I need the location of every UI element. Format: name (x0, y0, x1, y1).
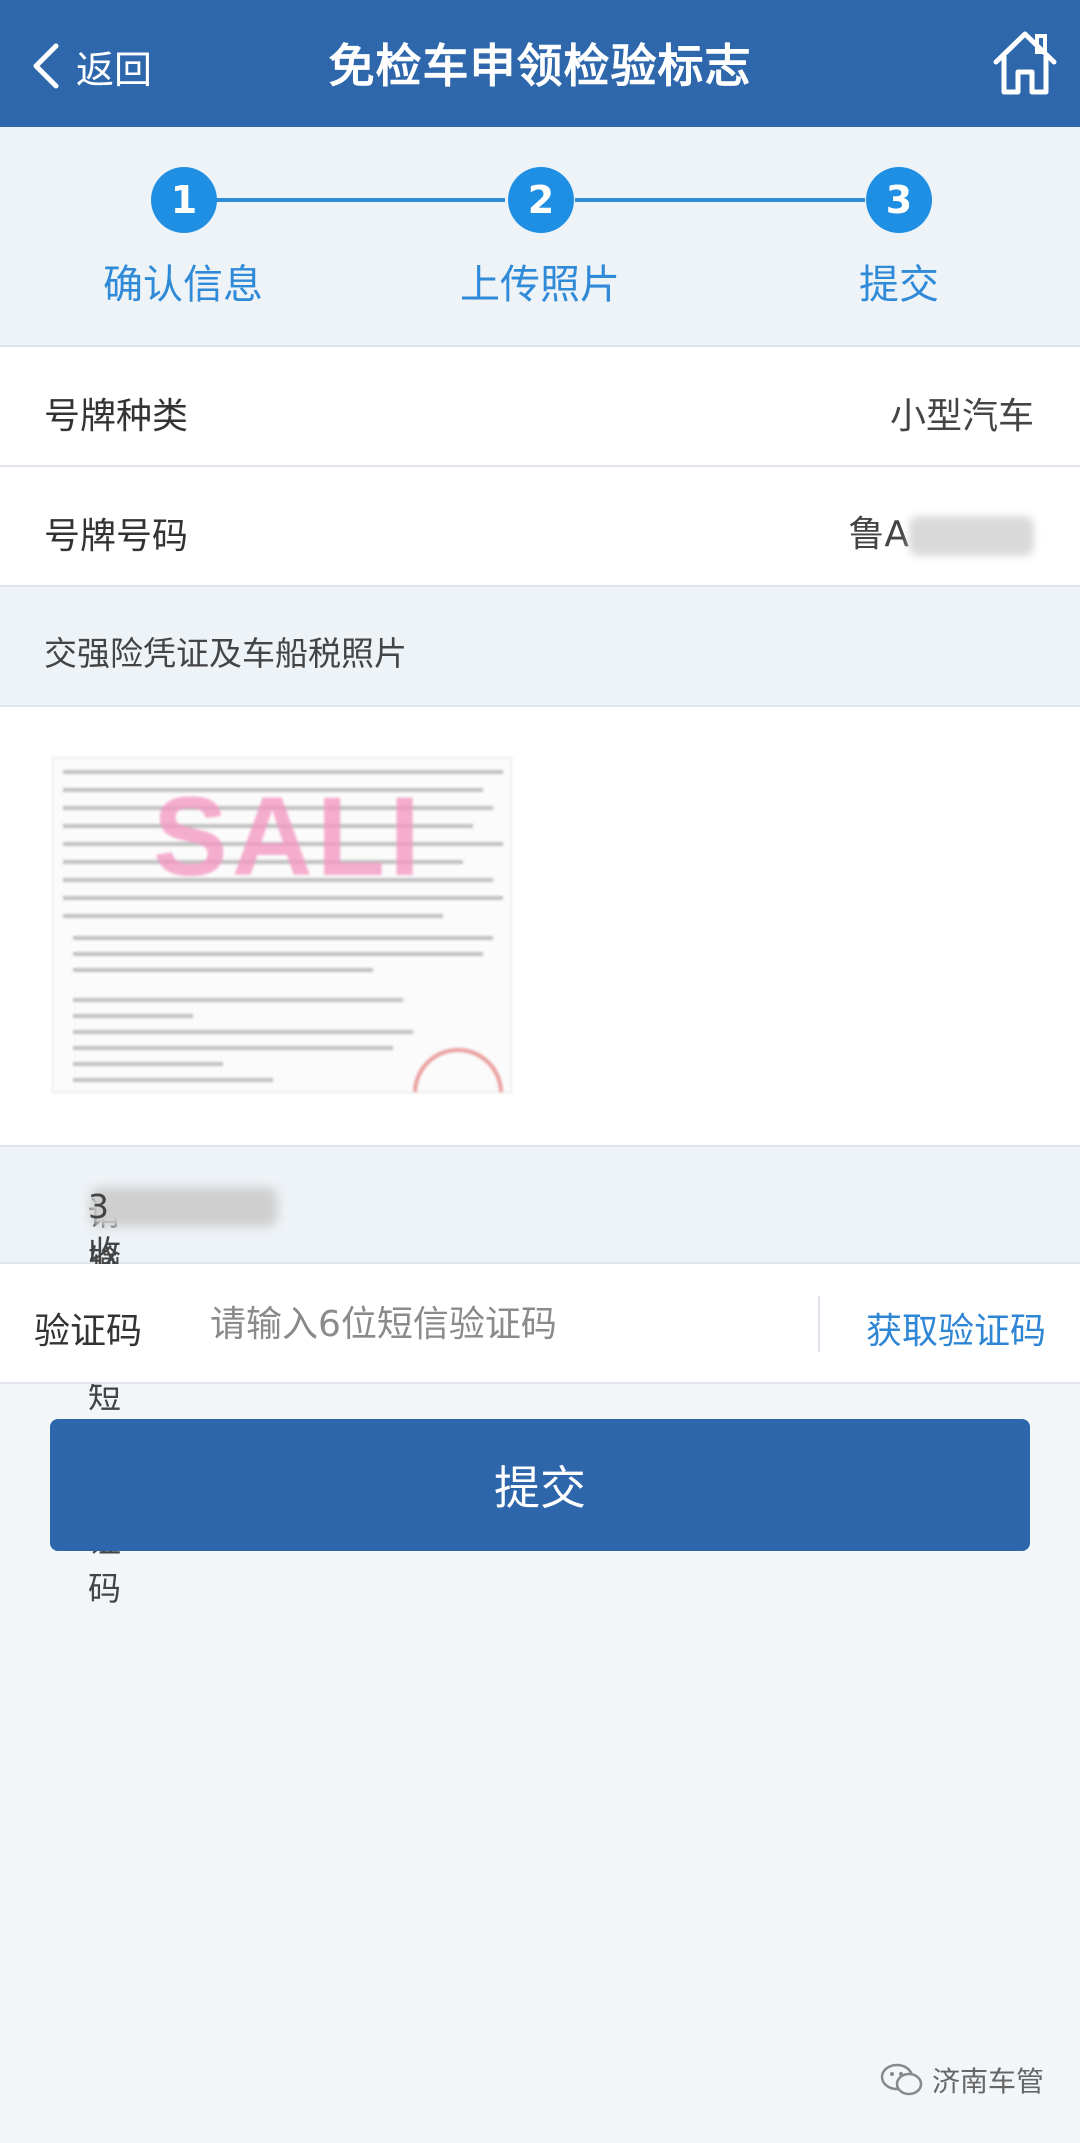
top-nav-bar: 返回 免检车申领检验标志 (0, 0, 1080, 127)
progress-steps: 1 确认信息 2 上传照片 3 提交 (0, 127, 1080, 347)
submit-button[interactable]: 提交 (50, 1419, 1030, 1551)
page-title: 免检车申领检验标志 (328, 39, 752, 93)
photo-area: SALI (0, 707, 1080, 1147)
verification-code-label: 验证码 (34, 1311, 143, 1352)
step-1-label: 确认信息 (103, 262, 263, 308)
document-watermark: SALI (153, 774, 425, 899)
redacted-plate (909, 516, 1034, 556)
divider (818, 1296, 820, 1352)
verification-code-input[interactable] (210, 1294, 790, 1354)
photo-section-title: 交强险凭证及车船税照片 (44, 634, 407, 673)
plate-number-value: 鲁A (848, 505, 1034, 557)
plate-type-row: 号牌种类 小型汽车 (0, 347, 1080, 467)
home-button[interactable] (990, 26, 1060, 98)
step-connector (575, 198, 865, 202)
insurance-document-image[interactable]: SALI (52, 757, 512, 1093)
plate-number-row: 号牌号码 鲁A (0, 467, 1080, 587)
photo-section-header: 交强险凭证及车船税照片 (0, 587, 1080, 707)
home-icon (993, 31, 1057, 95)
step-3-circle: 3 (866, 167, 932, 233)
step-1-circle: 1 (151, 167, 217, 233)
footer-text: 济南车管 (931, 2065, 1044, 2098)
plate-type-label: 号牌种类 (44, 396, 189, 437)
step-connector (215, 198, 505, 202)
plate-prefix: 鲁A (848, 514, 909, 555)
step-2-label: 上传照片 (460, 262, 620, 308)
get-code-button[interactable]: 获取验证码 (866, 1302, 1046, 1354)
step-2-circle: 2 (508, 167, 574, 233)
plate-number-label: 号牌号码 (44, 516, 189, 557)
verification-code-row: 验证码 获取验证码 (0, 1264, 1080, 1384)
seal-stamp (413, 1048, 503, 1092)
sms-prompt-section: 请输入13收到的短信验证码 (0, 1147, 1080, 1608)
footer-watermark: 济南车管 (880, 2060, 1044, 2100)
step-3-label: 提交 (859, 262, 939, 308)
plate-type-value: 小型汽车 (889, 396, 1034, 437)
wechat-icon (880, 2063, 923, 2096)
